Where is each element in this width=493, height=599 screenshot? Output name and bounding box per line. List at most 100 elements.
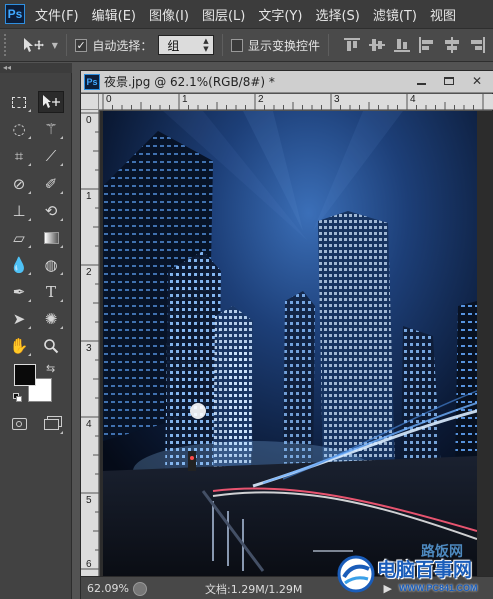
custom-shape-tool[interactable]: ✺ <box>38 308 64 330</box>
magic-wand-tool[interactable]: ⚚ <box>38 118 64 140</box>
ruler-label: 0 <box>86 115 92 126</box>
screen-mode-button[interactable] <box>38 413 64 435</box>
menu-image[interactable]: 图像(I) <box>149 5 189 24</box>
align-horizontal-center-icon[interactable] <box>443 37 461 53</box>
path-selection-tool[interactable]: ➤ <box>6 308 32 330</box>
zoom-tool[interactable] <box>38 335 64 357</box>
menu-filter[interactable]: 滤镜(T) <box>373 5 417 24</box>
pen-icon: ✒ <box>12 283 26 301</box>
gradient-tool[interactable] <box>38 227 64 249</box>
eyedropper-tool[interactable]: ⟋ <box>38 145 64 167</box>
watermark-logo-icon <box>337 555 375 593</box>
lasso-tool[interactable]: ◌ <box>6 118 32 140</box>
quick-mask-icon <box>11 418 27 430</box>
history-brush-icon: ⟲ <box>44 202 58 220</box>
ruler-label: 1 <box>86 191 92 202</box>
clone-stamp-tool[interactable]: ⊥ <box>6 200 32 222</box>
menu-file[interactable]: 文件(F) <box>35 5 79 24</box>
horizontal-ruler-ticks <box>102 94 484 110</box>
timer-icon[interactable] <box>133 581 147 596</box>
lasso-icon: ◌ <box>12 120 26 138</box>
crop-tool[interactable]: ⌗ <box>6 145 32 167</box>
marquee-icon <box>12 96 26 108</box>
ruler-label: 4 <box>410 94 416 105</box>
photoshop-doc-icon: Ps <box>84 73 100 90</box>
crop-icon: ⌗ <box>14 147 24 165</box>
blur-tool[interactable]: 💧 <box>6 254 32 276</box>
menu-type[interactable]: 文字(Y) <box>258 5 302 24</box>
align-right-icon[interactable] <box>468 37 486 53</box>
ruler-label: 4 <box>86 419 92 430</box>
ruler-label: 3 <box>334 94 340 105</box>
pen-tool[interactable]: ✒ <box>6 281 32 303</box>
quick-mask-button[interactable] <box>6 413 32 435</box>
dodge-tool[interactable]: ◍ <box>38 254 64 276</box>
ruler-label: 2 <box>258 94 264 105</box>
ruler-label: 1 <box>182 94 188 105</box>
align-bottom-icon[interactable] <box>393 37 411 53</box>
align-buttons <box>343 37 493 53</box>
auto-select-target-value: 组 <box>167 38 180 53</box>
type-tool[interactable]: T <box>38 281 64 303</box>
vertical-ruler[interactable]: 0 1 2 3 4 5 6 <box>81 110 99 576</box>
align-left-icon[interactable] <box>418 37 436 53</box>
chevron-down-icon: ▼ <box>51 40 58 50</box>
show-transform-checkbox[interactable] <box>230 38 243 52</box>
auto-select-target-dropdown[interactable]: 组 ▲ ▼ <box>158 35 214 55</box>
document-tab[interactable]: Ps 夜景.jpg @ 62.1%(RGB/8#) * ✕ <box>81 71 493 93</box>
divider <box>221 34 223 56</box>
align-vertical-center-icon[interactable] <box>368 37 386 53</box>
divider <box>328 34 329 56</box>
ruler-label: 2 <box>86 267 92 278</box>
document-size: 文档:1.29M/1.29M <box>205 582 303 596</box>
zoom-level[interactable]: 62.09% <box>87 582 129 595</box>
menu-bar: Ps 文件(F) 编辑(E) 图像(I) 图层(L) 文字(Y) 选择(S) 滤… <box>0 0 493 28</box>
gradient-icon <box>43 232 59 244</box>
canvas-area[interactable] <box>100 111 493 576</box>
tool-preset-picker[interactable]: ▼ <box>22 37 58 53</box>
watermark-brand: 电脑百事网 <box>377 559 473 581</box>
default-colors-icon[interactable] <box>13 393 23 403</box>
brush-tool[interactable]: ✐ <box>38 173 64 195</box>
healing-brush-tool[interactable]: ⊘ <box>6 173 32 195</box>
menu-layer[interactable]: 图层(L) <box>202 5 245 24</box>
history-brush-tool[interactable]: ⟲ <box>38 200 64 222</box>
align-top-icon[interactable] <box>343 37 361 53</box>
photoshop-logo-icon: Ps <box>5 4 25 24</box>
toolbox-collapse-button[interactable]: ◂◂ <box>0 63 72 73</box>
restore-button[interactable] <box>436 73 462 89</box>
type-icon: T <box>45 283 56 301</box>
document-window: Ps 夜景.jpg @ 62.1%(RGB/8#) * ✕ 0 1 2 3 4 … <box>80 70 493 599</box>
hand-tool[interactable]: ✋ <box>6 335 32 357</box>
swap-colors-icon[interactable]: ⇆ <box>46 362 55 375</box>
move-tool[interactable] <box>38 91 64 113</box>
eraser-icon: ▱ <box>13 229 25 247</box>
dodge-icon: ◍ <box>44 256 58 274</box>
menu-select[interactable]: 选择(S) <box>315 5 359 24</box>
screen-mode-icon <box>43 418 59 430</box>
options-bar-grip[interactable] <box>4 34 10 56</box>
move-tool-icon <box>23 38 44 52</box>
marquee-tool[interactable] <box>6 91 32 113</box>
night-city-photo <box>103 111 477 576</box>
close-button[interactable]: ✕ <box>464 73 490 89</box>
ruler-label: 6 <box>86 559 92 570</box>
divider <box>65 34 67 56</box>
foreground-color-swatch[interactable] <box>14 364 36 386</box>
menu-edit[interactable]: 编辑(E) <box>92 5 136 24</box>
auto-select-checkbox[interactable]: ✓ <box>74 38 88 52</box>
magic-wand-icon: ⚚ <box>44 120 58 138</box>
minimize-button[interactable] <box>408 73 434 89</box>
menu-view[interactable]: 视图 <box>430 5 456 24</box>
restore-icon <box>444 77 454 85</box>
horizontal-ruler[interactable]: 0 1 2 3 4 <box>99 94 493 110</box>
blur-drop-icon: 💧 <box>9 256 29 274</box>
watermark-site: WWW.PC841.COM <box>399 583 478 593</box>
close-icon: ✕ <box>471 74 483 88</box>
options-bar: ▼ ✓ 自动选择： 组 ▲ ▼ 显示变换控件 <box>0 28 493 62</box>
watermark: 路饭网 电脑百事网 WWW.PC841.COM <box>333 544 493 599</box>
hand-icon: ✋ <box>9 337 29 355</box>
eraser-tool[interactable]: ▱ <box>6 227 32 249</box>
toolbox-panel: ◌ ⚚ ⌗ ⟋ ⊘ ✐ ⊥ ⟲ ▱ 💧 ◍ ✒ T ➤ ✺ ✋ ⇆ <box>0 73 72 599</box>
ruler-origin[interactable] <box>81 94 99 110</box>
